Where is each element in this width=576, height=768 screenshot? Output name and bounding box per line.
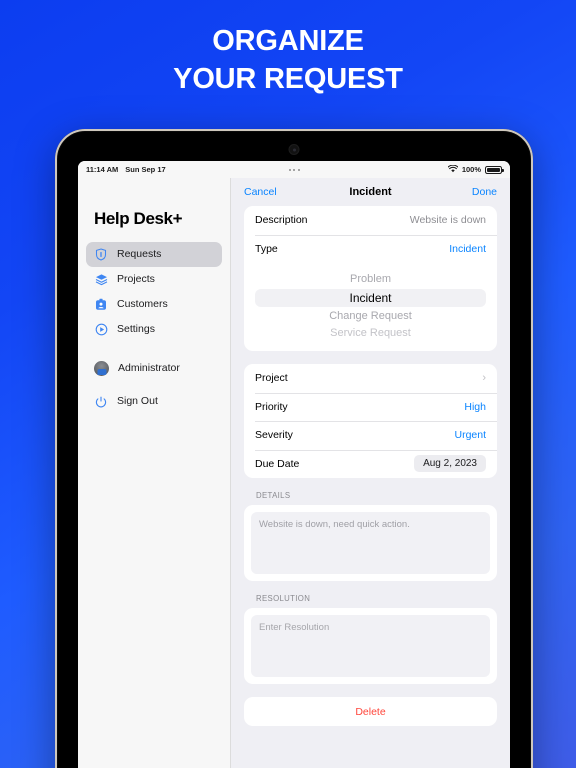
field-label: Description	[255, 214, 308, 227]
details-card: Website is down, need quick action.	[244, 505, 497, 581]
gear-play-icon	[94, 323, 108, 337]
done-button[interactable]: Done	[472, 186, 497, 198]
headline-line-1: ORGANIZE	[212, 25, 364, 57]
resolution-textarea[interactable]: Enter Resolution	[251, 615, 490, 677]
resolution-card: Enter Resolution	[244, 608, 497, 684]
status-date: Sun Sep 17	[125, 165, 166, 174]
chevron-right-icon: ›	[482, 371, 486, 384]
row-project[interactable]: Project ›	[244, 364, 497, 393]
due-date-value[interactable]: Aug 2, 2023	[414, 455, 486, 473]
sidebar-item-label: Projects	[117, 273, 155, 286]
picker-option-problem[interactable]: Problem	[244, 271, 497, 288]
sidebar-item-requests[interactable]: Requests	[86, 242, 222, 267]
field-label: Project	[255, 372, 288, 385]
row-due-date[interactable]: Due Date Aug 2, 2023	[244, 449, 497, 479]
headline-line-2: YOUR REQUEST	[173, 63, 403, 95]
resolution-section-label: RESOLUTION	[256, 594, 311, 603]
meta-card: Project › Priority High Severity Urgent	[244, 364, 497, 478]
promo-screenshot: ORGANIZE YOUR REQUEST 11:14 AM Sun Sep 1…	[0, 0, 576, 768]
ellipsis-icon	[288, 168, 300, 171]
picker-option-change-request[interactable]: Change Request	[244, 308, 497, 325]
promo-headline: ORGANIZE YOUR REQUEST	[0, 22, 576, 98]
picker-option-incident[interactable]: Incident	[255, 289, 486, 307]
detail-scroll-area[interactable]: Description Website is down Type Inciden…	[231, 206, 510, 768]
delete-button[interactable]: Delete	[244, 697, 497, 726]
battery-percent-label: 100%	[461, 165, 481, 174]
split-view: Help Desk+ Requests Projects Customers S…	[78, 178, 510, 768]
picker-option-service-request[interactable]: Service Request	[244, 325, 497, 342]
sidebar-item-administrator[interactable]: Administrator	[86, 356, 222, 381]
cancel-button[interactable]: Cancel	[244, 186, 277, 198]
sidebar-item-label: Sign Out	[117, 395, 158, 408]
row-type[interactable]: Type Incident	[244, 234, 497, 264]
field-value: Website is down	[409, 214, 486, 227]
sidebar-item-label: Requests	[117, 248, 162, 261]
field-value: High	[464, 400, 486, 413]
contacts-icon	[94, 298, 108, 312]
sidebar-item-settings[interactable]: Settings	[86, 317, 222, 342]
detail-pane: Cancel Incident Done Description Website…	[231, 178, 510, 768]
field-label: Priority	[255, 400, 288, 413]
layers-icon	[94, 273, 108, 287]
field-label: Severity	[255, 429, 293, 442]
sidebar-item-label: Settings	[117, 323, 155, 336]
sidebar-item-label: Customers	[117, 298, 168, 311]
detail-navigation-bar: Cancel Incident Done	[231, 178, 510, 206]
device-screen: 11:14 AM Sun Sep 17 100% Help Desk+ Requ…	[78, 161, 510, 768]
front-camera-icon	[288, 144, 300, 155]
status-bar: 11:14 AM Sun Sep 17 100%	[78, 161, 510, 178]
sidebar-item-projects[interactable]: Projects	[86, 267, 222, 292]
row-severity[interactable]: Severity Urgent	[244, 421, 497, 450]
sidebar-item-label: Administrator	[118, 362, 180, 375]
row-description[interactable]: Description Website is down	[244, 206, 497, 235]
sidebar-item-sign-out[interactable]: Sign Out	[86, 389, 222, 414]
type-card: Description Website is down Type Inciden…	[244, 206, 497, 351]
shield-icon	[94, 248, 108, 262]
field-label: Type	[255, 242, 278, 255]
power-icon	[94, 395, 108, 409]
status-time: 11:14 AM	[86, 165, 119, 174]
field-label: Due Date	[255, 457, 300, 470]
type-picker-wheel[interactable]: Problem Incident Change Request Service …	[244, 263, 497, 351]
status-bar-right: 100%	[447, 164, 504, 175]
battery-full-icon	[485, 165, 504, 174]
wifi-icon	[447, 164, 459, 175]
sidebar-item-customers[interactable]: Customers	[86, 292, 222, 317]
status-bar-left: 11:14 AM Sun Sep 17	[86, 165, 166, 174]
field-value: Incident	[449, 242, 486, 255]
sidebar: Help Desk+ Requests Projects Customers S…	[78, 178, 231, 768]
page-title: Help Desk+	[94, 209, 183, 228]
tablet-bezel: 11:14 AM Sun Sep 17 100% Help Desk+ Requ…	[58, 132, 530, 768]
details-section-label: DETAILS	[256, 491, 291, 500]
avatar	[94, 361, 109, 376]
tablet-device-frame: 11:14 AM Sun Sep 17 100% Help Desk+ Requ…	[55, 129, 533, 768]
row-priority[interactable]: Priority High	[244, 392, 497, 422]
field-value: Urgent	[454, 429, 486, 442]
details-textarea[interactable]: Website is down, need quick action.	[251, 512, 490, 574]
